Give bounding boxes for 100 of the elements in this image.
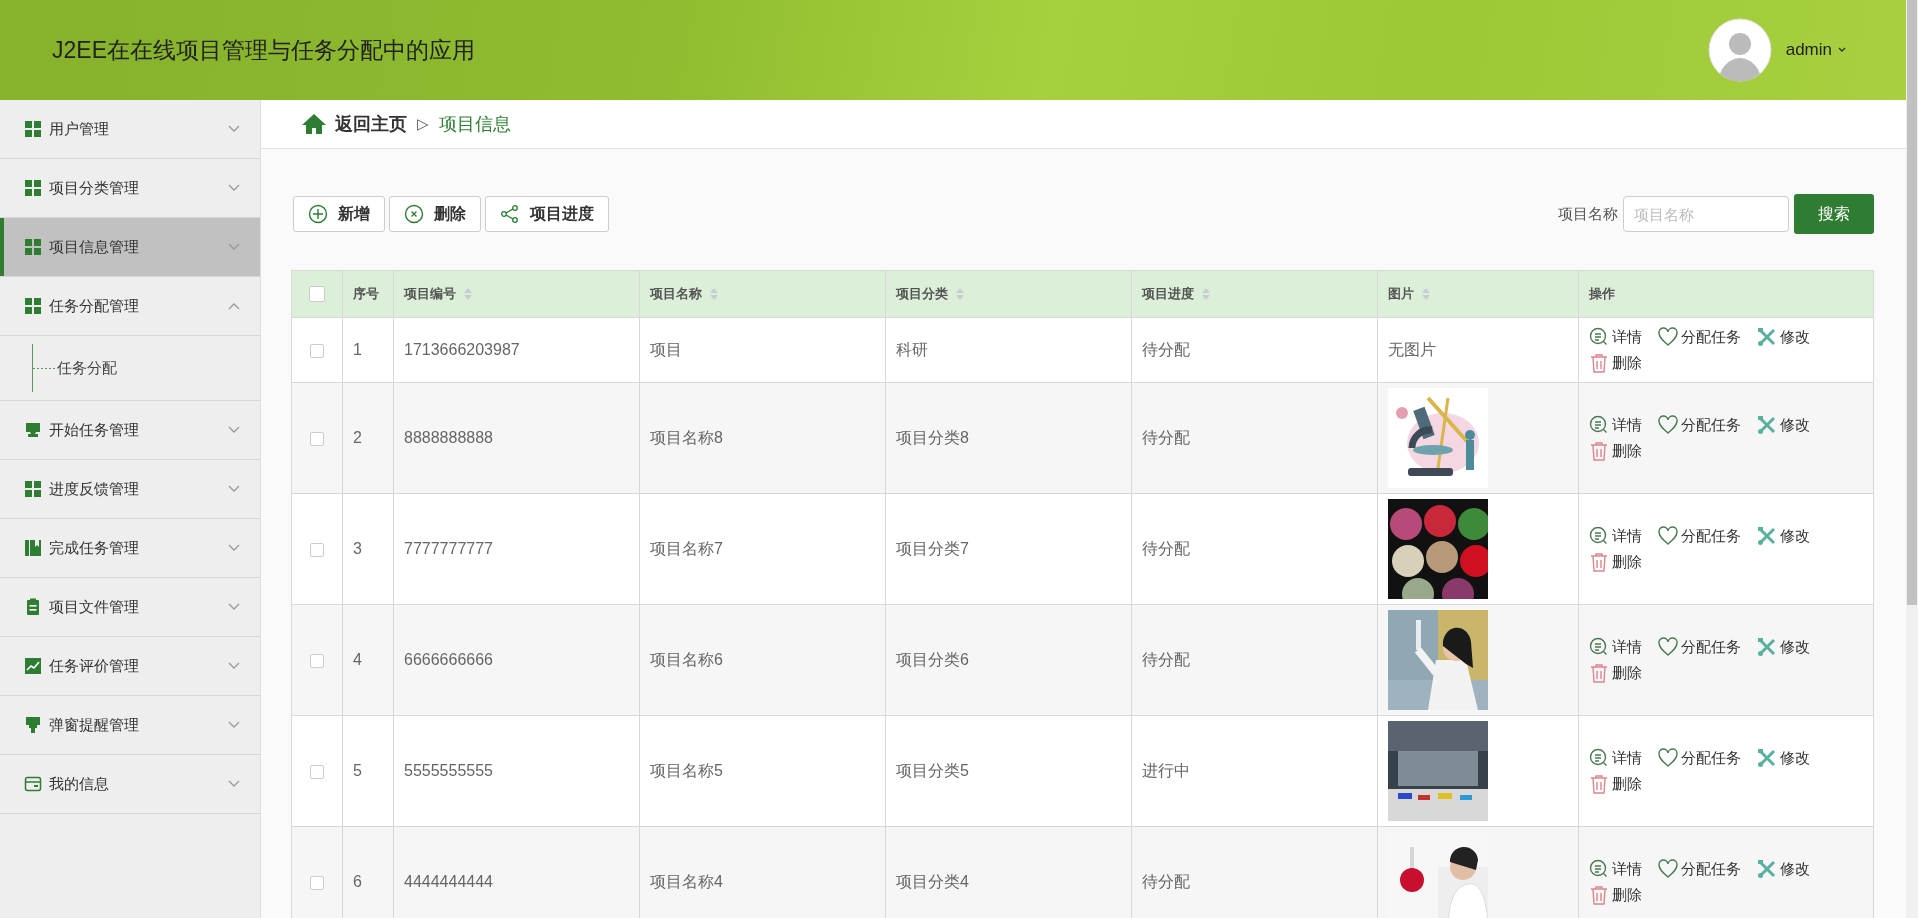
action-link[interactable]: 删除 bbox=[1589, 663, 1642, 683]
action-link[interactable]: 详情 bbox=[1589, 526, 1642, 546]
trash-icon bbox=[1589, 663, 1609, 683]
project-status: 待分配 bbox=[1142, 340, 1190, 358]
project-code: 4444444444 bbox=[404, 873, 493, 890]
tools-icon bbox=[1757, 637, 1777, 657]
sidebar-item[interactable]: 任务分配管理 bbox=[0, 277, 260, 336]
chevron-down-icon bbox=[228, 485, 240, 493]
sort-icon bbox=[956, 288, 964, 300]
trash-icon bbox=[1589, 353, 1609, 373]
grid-icon bbox=[24, 297, 42, 315]
breadcrumb-separator: ▷ bbox=[417, 115, 429, 133]
column-header[interactable]: 图片 bbox=[1388, 285, 1430, 303]
sidebar-item[interactable]: 用户管理 bbox=[0, 100, 260, 159]
no-image-text: 无图片 bbox=[1388, 340, 1436, 358]
action-link[interactable]: 分配任务 bbox=[1658, 859, 1741, 879]
project-code: 8888888888 bbox=[404, 429, 493, 446]
checkbox[interactable] bbox=[310, 542, 324, 557]
action-link[interactable]: 删除 bbox=[1589, 441, 1642, 461]
username-menu[interactable]: admin bbox=[1785, 40, 1846, 60]
sidebar-item[interactable]: 任务评价管理 bbox=[0, 637, 260, 696]
sidebar-item[interactable]: 我的信息 bbox=[0, 755, 260, 814]
action-link[interactable]: 修改 bbox=[1757, 748, 1810, 768]
project-code: 1713666203987 bbox=[404, 341, 520, 358]
action-link[interactable]: 详情 bbox=[1589, 637, 1642, 657]
sidebar-item[interactable]: 项目文件管理 bbox=[0, 578, 260, 637]
caret-icon bbox=[1838, 47, 1846, 53]
toolbar-button[interactable]: 删除 bbox=[389, 196, 481, 232]
checkbox[interactable] bbox=[310, 653, 324, 668]
action-link[interactable]: 修改 bbox=[1757, 327, 1810, 347]
action-link[interactable]: 分配任务 bbox=[1658, 327, 1741, 347]
details-icon bbox=[1589, 637, 1609, 657]
heart-icon bbox=[1658, 526, 1678, 546]
column-header[interactable]: 项目分类 bbox=[896, 285, 964, 303]
trash-icon bbox=[1589, 885, 1609, 905]
plus-circle-icon bbox=[308, 204, 328, 224]
row-number: 4 bbox=[353, 651, 362, 668]
chevron-down-icon bbox=[228, 603, 240, 611]
checkbox[interactable] bbox=[310, 343, 324, 358]
action-link[interactable]: 删除 bbox=[1589, 552, 1642, 572]
action-link[interactable]: 分配任务 bbox=[1658, 748, 1741, 768]
heart-icon bbox=[1658, 637, 1678, 657]
sidebar-item[interactable]: 完成任务管理 bbox=[0, 519, 260, 578]
checkbox[interactable] bbox=[310, 764, 324, 779]
home-link[interactable]: 返回主页 bbox=[301, 112, 407, 136]
sidebar-item[interactable]: 项目信息管理 bbox=[0, 218, 260, 277]
sidebar-item[interactable]: 进度反馈管理 bbox=[0, 460, 260, 519]
action-link[interactable]: 修改 bbox=[1757, 637, 1810, 657]
scrollbar-thumb[interactable] bbox=[1907, 0, 1917, 605]
grid-icon bbox=[24, 480, 42, 498]
sidebar-item[interactable]: 弹窗提醒管理 bbox=[0, 696, 260, 755]
project-code: 5555555555 bbox=[404, 762, 493, 779]
grid-icon bbox=[24, 238, 42, 256]
action-link[interactable]: 详情 bbox=[1589, 415, 1642, 435]
project-category: 项目分类7 bbox=[896, 539, 969, 557]
sort-icon bbox=[710, 288, 718, 300]
column-header[interactable]: 项目进度 bbox=[1142, 285, 1210, 303]
search-field[interactable]: 项目名称 bbox=[1623, 196, 1789, 232]
chevron-down-icon bbox=[228, 544, 240, 552]
action-link[interactable]: 分配任务 bbox=[1658, 415, 1741, 435]
project-status: 待分配 bbox=[1142, 650, 1190, 668]
scrollbar[interactable] bbox=[1906, 0, 1918, 918]
chart-icon bbox=[24, 657, 42, 675]
checkbox[interactable] bbox=[310, 875, 324, 890]
action-link[interactable]: 修改 bbox=[1757, 526, 1810, 546]
project-name: 项目名称7 bbox=[650, 539, 723, 557]
project-category: 项目分类6 bbox=[896, 650, 969, 668]
action-link[interactable]: 详情 bbox=[1589, 327, 1642, 347]
trash-icon bbox=[1589, 552, 1609, 572]
book-icon bbox=[24, 539, 42, 557]
search-button[interactable]: 搜索 bbox=[1794, 194, 1874, 234]
details-icon bbox=[1589, 327, 1609, 347]
tray-icon bbox=[24, 421, 42, 439]
details-icon bbox=[1589, 748, 1609, 768]
action-link[interactable]: 修改 bbox=[1757, 859, 1810, 879]
chevron-down-icon bbox=[228, 780, 240, 788]
project-code: 6666666666 bbox=[404, 651, 493, 668]
action-link[interactable]: 分配任务 bbox=[1658, 526, 1741, 546]
action-link[interactable]: 删除 bbox=[1589, 885, 1642, 905]
checkbox[interactable] bbox=[309, 286, 325, 303]
toolbar-button[interactable]: 新增 bbox=[293, 196, 385, 232]
sort-icon bbox=[1422, 288, 1430, 300]
column-header[interactable]: 项目编号 bbox=[404, 285, 472, 303]
chevron-down-icon bbox=[228, 662, 240, 670]
heart-icon bbox=[1658, 748, 1678, 768]
share-icon bbox=[500, 204, 520, 224]
sidebar-item[interactable]: 开始任务管理 bbox=[0, 401, 260, 460]
action-link[interactable]: 分配任务 bbox=[1658, 637, 1741, 657]
action-link[interactable]: 删除 bbox=[1589, 353, 1642, 373]
toolbar-button[interactable]: 项目进度 bbox=[485, 196, 609, 232]
action-link[interactable]: 详情 bbox=[1589, 859, 1642, 879]
project-category: 项目分类8 bbox=[896, 428, 969, 446]
checkbox[interactable] bbox=[310, 431, 324, 446]
column-header[interactable]: 项目名称 bbox=[650, 285, 718, 303]
action-link[interactable]: 删除 bbox=[1589, 774, 1642, 794]
action-link[interactable]: 修改 bbox=[1757, 415, 1810, 435]
avatar-icon bbox=[1707, 18, 1772, 82]
sort-icon bbox=[464, 288, 472, 300]
action-link[interactable]: 详情 bbox=[1589, 748, 1642, 768]
chevron-up-icon bbox=[228, 302, 240, 310]
